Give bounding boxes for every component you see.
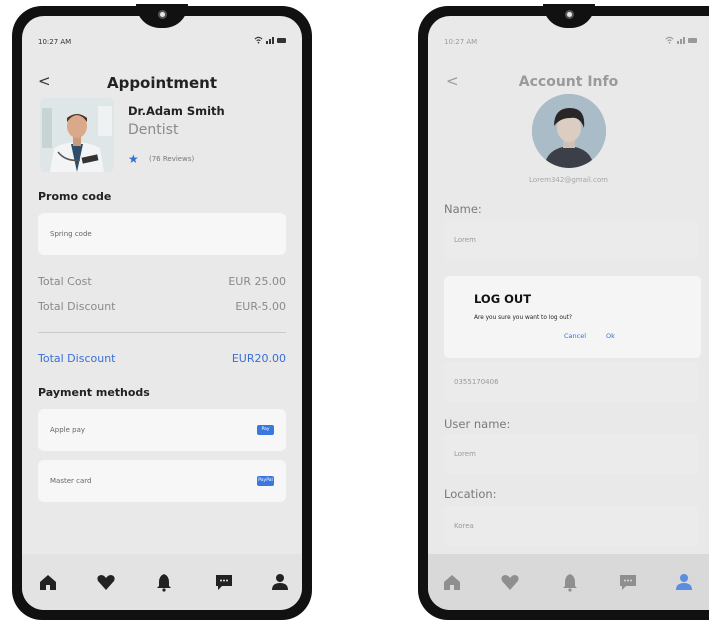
phone-input[interactable]: 0355170406 [444, 362, 699, 402]
mockup-stage: 10:27 AM < Appointment Dr.Adam Smith Den… [0, 0, 709, 627]
star-icon: ★ [128, 152, 139, 166]
location-value: Korea [454, 522, 474, 530]
logout-dialog: LOG OUT Are you sure you want to log out… [444, 276, 701, 358]
promo-code-value: Spring code [50, 230, 92, 238]
final-total-label: Total Discount [38, 352, 116, 365]
payment-method-apple-pay[interactable]: Apple pay Pay [38, 409, 286, 451]
username-value: Lorem [454, 450, 476, 458]
payment-method-master-card[interactable]: Master card PayPal [38, 460, 286, 502]
home-icon[interactable] [442, 572, 462, 592]
cancel-button[interactable]: Cancel [564, 332, 586, 340]
battery-icon [277, 37, 286, 43]
heart-icon[interactable] [96, 572, 116, 592]
tab-bar [428, 554, 709, 610]
doctor-reviews: (76 Reviews) [149, 155, 195, 163]
phone-appointment: 10:27 AM < Appointment Dr.Adam Smith Den… [12, 4, 312, 620]
location-label: Location: [444, 487, 497, 501]
total-cost-label: Total Cost [38, 275, 92, 288]
username-input[interactable]: Lorem [444, 434, 699, 474]
camera-icon [157, 10, 167, 19]
signal-icon [266, 36, 274, 44]
battery-icon [688, 37, 697, 43]
profile-icon[interactable] [270, 572, 290, 592]
wifi-icon [254, 36, 263, 44]
divider [38, 332, 286, 333]
final-total-value: EUR20.00 [231, 352, 286, 365]
home-icon[interactable] [38, 572, 58, 592]
total-cost-value: EUR 25.00 [228, 275, 286, 288]
avatar[interactable] [531, 94, 606, 168]
status-bar: 10:27 AM [428, 36, 709, 52]
total-discount-label: Total Discount [38, 300, 116, 313]
doctor-photo [40, 98, 114, 172]
page-title: Account Info [518, 74, 619, 90]
dialog-message: Are you sure you want to log out? [474, 315, 572, 321]
tab-bar [22, 554, 302, 610]
doctor-specialty: Dentist [128, 122, 179, 138]
chat-icon[interactable] [214, 572, 234, 592]
username-label: User name: [444, 417, 511, 431]
camera-icon [564, 10, 574, 19]
name-input[interactable]: Lorem [444, 220, 699, 260]
status-bar: 10:27 AM [22, 36, 302, 52]
promo-code-input[interactable]: Spring code [38, 213, 286, 255]
signal-icon [677, 36, 685, 44]
phone-account-info: 10:27 AM < Account Info Lorem342@gmail.c… [418, 4, 709, 620]
location-input[interactable]: Korea [444, 506, 699, 546]
appointment-screen: 10:27 AM < Appointment Dr.Adam Smith Den… [22, 16, 302, 610]
total-discount-value: EUR-5.00 [235, 300, 286, 313]
promo-heading: Promo code [38, 190, 112, 203]
dialog-title: LOG OUT [474, 292, 532, 306]
bell-icon[interactable] [560, 572, 580, 592]
status-time: 10:27 AM [38, 38, 72, 46]
name-value: Lorem [454, 236, 476, 244]
payment-method-label: Master card [50, 477, 92, 485]
chat-icon[interactable] [618, 572, 638, 592]
profile-icon[interactable] [674, 572, 694, 592]
payment-method-label: Apple pay [50, 426, 86, 434]
heart-icon[interactable] [500, 572, 520, 592]
bell-icon[interactable] [154, 572, 174, 592]
paypal-icon: PayPal [257, 476, 274, 486]
ok-button[interactable]: Ok [606, 332, 615, 340]
account-email: Lorem342@gmail.com [529, 176, 608, 184]
doctor-name: Dr.Adam Smith [128, 104, 225, 118]
account-info-screen: 10:27 AM < Account Info Lorem342@gmail.c… [428, 16, 709, 610]
wifi-icon [665, 36, 674, 44]
payment-heading: Payment methods [38, 386, 150, 399]
page-title: Appointment [106, 74, 218, 92]
status-time: 10:27 AM [444, 38, 478, 46]
apple-pay-icon: Pay [257, 425, 274, 435]
name-label: Name: [444, 202, 482, 216]
phone-value: 0355170406 [454, 378, 499, 386]
